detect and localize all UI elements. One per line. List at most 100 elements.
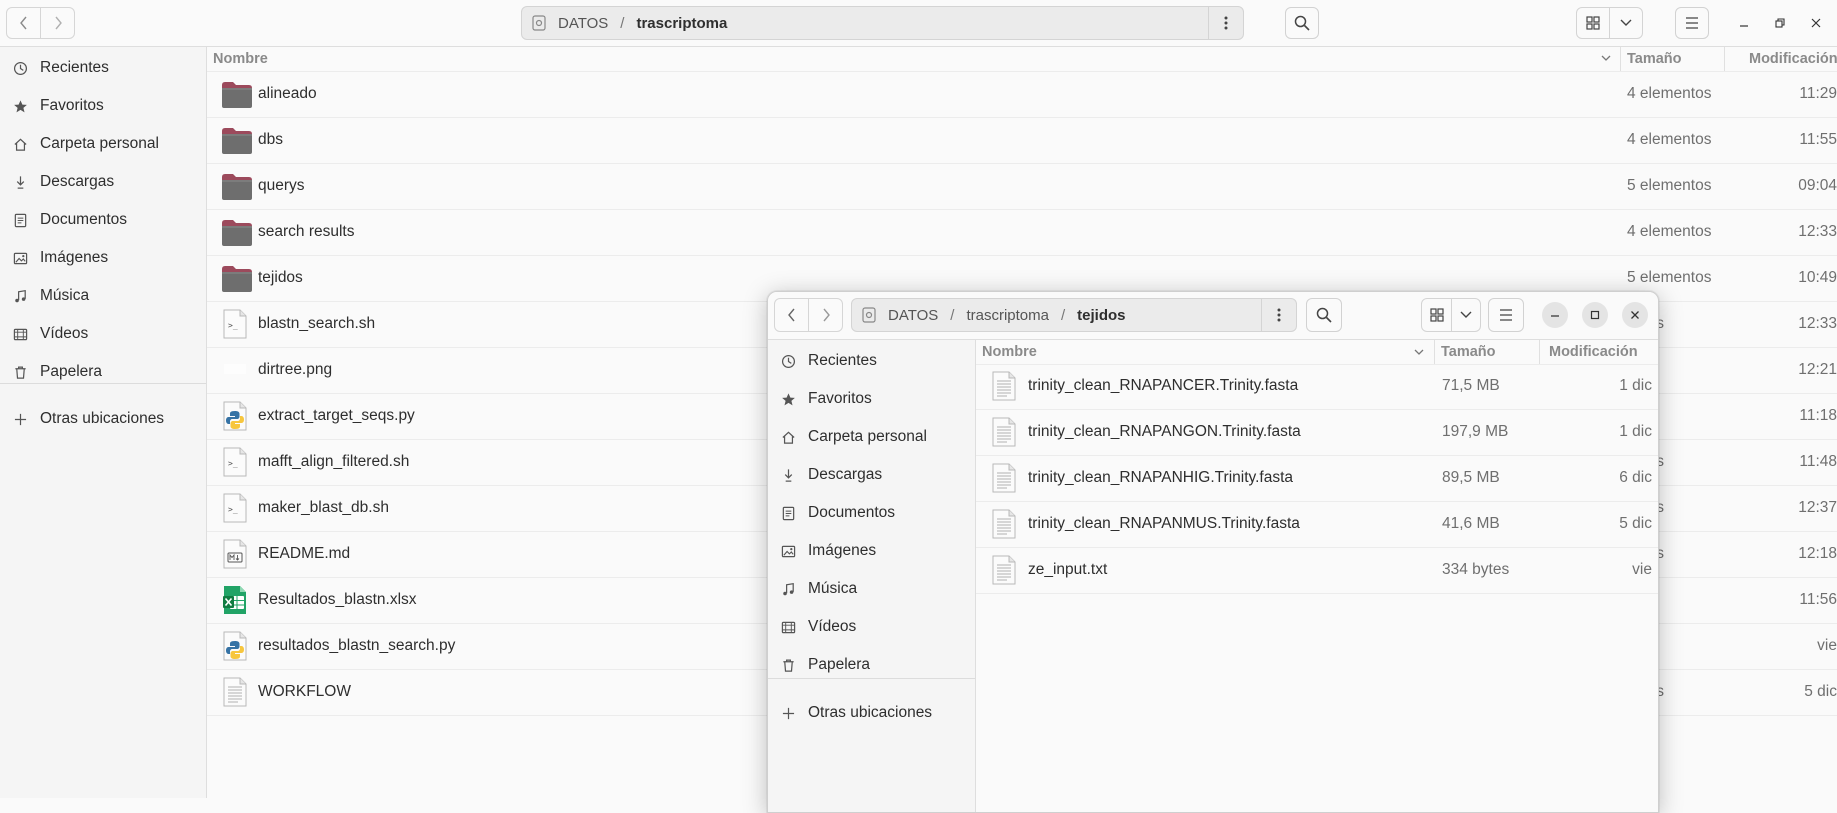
image-file-icon bbox=[221, 355, 249, 385]
close-button[interactable] bbox=[1802, 9, 1830, 37]
path-menu-button[interactable] bbox=[1261, 299, 1296, 331]
path-menu-button[interactable] bbox=[1208, 7, 1243, 39]
minimize-button[interactable] bbox=[1542, 302, 1568, 328]
file-row[interactable]: search results 4 elementos 12:33 bbox=[207, 209, 1837, 255]
document-icon bbox=[780, 505, 796, 521]
spreadsheet-file-icon bbox=[221, 585, 249, 615]
sidebar-item-imágenes[interactable]: Imágenes bbox=[768, 536, 975, 566]
view-options-button[interactable] bbox=[1609, 8, 1642, 38]
restore-button[interactable] bbox=[1766, 9, 1794, 37]
path-segment-datos[interactable]: DATOS bbox=[888, 307, 938, 324]
minimize-button[interactable] bbox=[1730, 9, 1758, 37]
sidebar-item-música[interactable]: Música bbox=[768, 574, 975, 604]
sidebar-item-documentos[interactable]: Documentos bbox=[0, 205, 206, 235]
path-segment-trascriptoma[interactable]: trascriptoma bbox=[966, 307, 1049, 324]
file-modified: 1 dic bbox=[1619, 377, 1652, 394]
file-row[interactable]: trinity_clean_RNAPANHIG.Trinity.fasta 89,… bbox=[976, 455, 1658, 501]
file-row[interactable]: ze_input.txt 334 bytes vie bbox=[976, 547, 1658, 593]
drive-icon bbox=[862, 307, 876, 323]
path-bar: DATOS / trascriptoma / tejidos bbox=[851, 298, 1297, 332]
sidebar-item-other-locations[interactable]: Otras ubicaciones bbox=[0, 404, 206, 434]
text-file-icon bbox=[221, 677, 249, 707]
folder-icon bbox=[221, 263, 253, 293]
sidebar-item-vídeos[interactable]: Vídeos bbox=[0, 319, 206, 349]
script-file-icon: >_ bbox=[221, 309, 249, 339]
path-segment-current[interactable]: tejidos bbox=[1077, 307, 1125, 324]
column-header-size[interactable]: Tamaño bbox=[1627, 47, 1682, 71]
column-header-name[interactable]: Nombre bbox=[982, 340, 1037, 364]
sort-descending-icon[interactable] bbox=[1413, 346, 1425, 358]
file-row[interactable]: trinity_clean_RNAPANGON.Trinity.fasta 197… bbox=[976, 409, 1658, 455]
column-header-name[interactable]: Nombre bbox=[213, 47, 268, 71]
image-icon bbox=[12, 250, 28, 266]
close-icon bbox=[1631, 311, 1639, 319]
file-row[interactable]: alineado 4 elementos 11:29 bbox=[207, 71, 1837, 117]
sidebar-item-descargas[interactable]: Descargas bbox=[768, 460, 975, 490]
path-segment-current[interactable]: trascriptoma bbox=[636, 15, 727, 32]
sidebar-item-recientes[interactable]: Recientes bbox=[0, 53, 206, 83]
main-menu-button[interactable] bbox=[1675, 7, 1709, 39]
sidebar-divider bbox=[768, 678, 975, 679]
sidebar-item-descargas[interactable]: Descargas bbox=[0, 167, 206, 197]
search-button[interactable] bbox=[1285, 7, 1319, 39]
plus-icon bbox=[780, 705, 796, 721]
path-separator: / bbox=[950, 306, 955, 324]
file-row[interactable]: querys 5 elementos 09:04 bbox=[207, 163, 1837, 209]
view-options-button[interactable] bbox=[1451, 299, 1480, 331]
file-name: Resultados_blastn.xlsx bbox=[258, 591, 417, 608]
forward-button[interactable] bbox=[40, 8, 74, 38]
sidebar-item-recientes[interactable]: Recientes bbox=[768, 346, 975, 376]
back-button[interactable] bbox=[7, 8, 40, 38]
file-name: querys bbox=[258, 177, 305, 194]
search-button[interactable] bbox=[1306, 298, 1342, 332]
file-name: search results bbox=[258, 223, 355, 240]
close-button[interactable] bbox=[1622, 302, 1648, 328]
file-size: 334 bytes bbox=[1442, 561, 1510, 578]
document-icon bbox=[12, 212, 28, 228]
restore-icon bbox=[1775, 18, 1785, 28]
back-button[interactable] bbox=[775, 299, 808, 331]
view-toggle bbox=[1421, 298, 1481, 332]
file-row[interactable]: trinity_clean_RNAPANMUS.Trinity.fasta 41,… bbox=[976, 501, 1658, 547]
grid-view-button[interactable] bbox=[1577, 8, 1609, 38]
column-header-size[interactable]: Tamaño bbox=[1441, 340, 1496, 364]
column-header-modified[interactable]: Modificación bbox=[1549, 340, 1638, 364]
sidebar-item-label: Descargas bbox=[808, 466, 883, 483]
kebab-menu-icon bbox=[1277, 308, 1281, 322]
file-modified: 11:56 bbox=[1799, 591, 1837, 608]
file-name: ze_input.txt bbox=[1028, 561, 1108, 578]
file-row[interactable]: dbs 4 elementos 11:55 bbox=[207, 117, 1837, 163]
file-modified: 12:21 bbox=[1798, 361, 1837, 378]
sidebar-item-other-locations[interactable]: Otras ubicaciones bbox=[768, 698, 975, 728]
file-name: resultados_blastn_search.py bbox=[258, 637, 456, 654]
column-header-modified[interactable]: Modificación bbox=[1749, 47, 1837, 71]
header-bar: DATOS / trascriptoma bbox=[0, 0, 1837, 47]
header-bar: DATOS / trascriptoma / tejidos bbox=[768, 292, 1658, 340]
sidebar-item-carpeta-personal[interactable]: Carpeta personal bbox=[0, 129, 206, 159]
sidebar-item-carpeta-personal[interactable]: Carpeta personal bbox=[768, 422, 975, 452]
sidebar-item-favoritos[interactable]: Favoritos bbox=[768, 384, 975, 414]
file-modified: 11:55 bbox=[1799, 131, 1837, 148]
file-row[interactable]: trinity_clean_RNAPANCER.Trinity.fasta 71,… bbox=[976, 363, 1658, 409]
sidebar-item-label: Carpeta personal bbox=[40, 135, 159, 152]
sidebar-item-imágenes[interactable]: Imágenes bbox=[0, 243, 206, 273]
file-size: 4 elementos bbox=[1627, 85, 1712, 102]
maximize-icon bbox=[1590, 310, 1600, 320]
file-modified: 1 dic bbox=[1619, 423, 1652, 440]
sidebar-item-música[interactable]: Música bbox=[0, 281, 206, 311]
sidebar-item-favoritos[interactable]: Favoritos bbox=[0, 91, 206, 121]
sort-descending-icon[interactable] bbox=[1600, 52, 1612, 64]
star-icon bbox=[12, 98, 28, 114]
kebab-menu-icon bbox=[1224, 16, 1228, 30]
sidebar-item-vídeos[interactable]: Vídeos bbox=[768, 612, 975, 642]
sidebar-item-documentos[interactable]: Documentos bbox=[768, 498, 975, 528]
file-size: 4 elementos bbox=[1627, 131, 1712, 148]
maximize-button[interactable] bbox=[1582, 302, 1608, 328]
path-segment-datos[interactable]: DATOS bbox=[558, 15, 608, 32]
hamburger-icon bbox=[1686, 17, 1698, 29]
main-menu-button[interactable] bbox=[1488, 298, 1524, 332]
file-name: alineado bbox=[258, 85, 317, 102]
sidebar-item-papelera[interactable]: Papelera bbox=[768, 650, 975, 680]
grid-view-button[interactable] bbox=[1422, 299, 1451, 331]
forward-button[interactable] bbox=[808, 299, 842, 331]
